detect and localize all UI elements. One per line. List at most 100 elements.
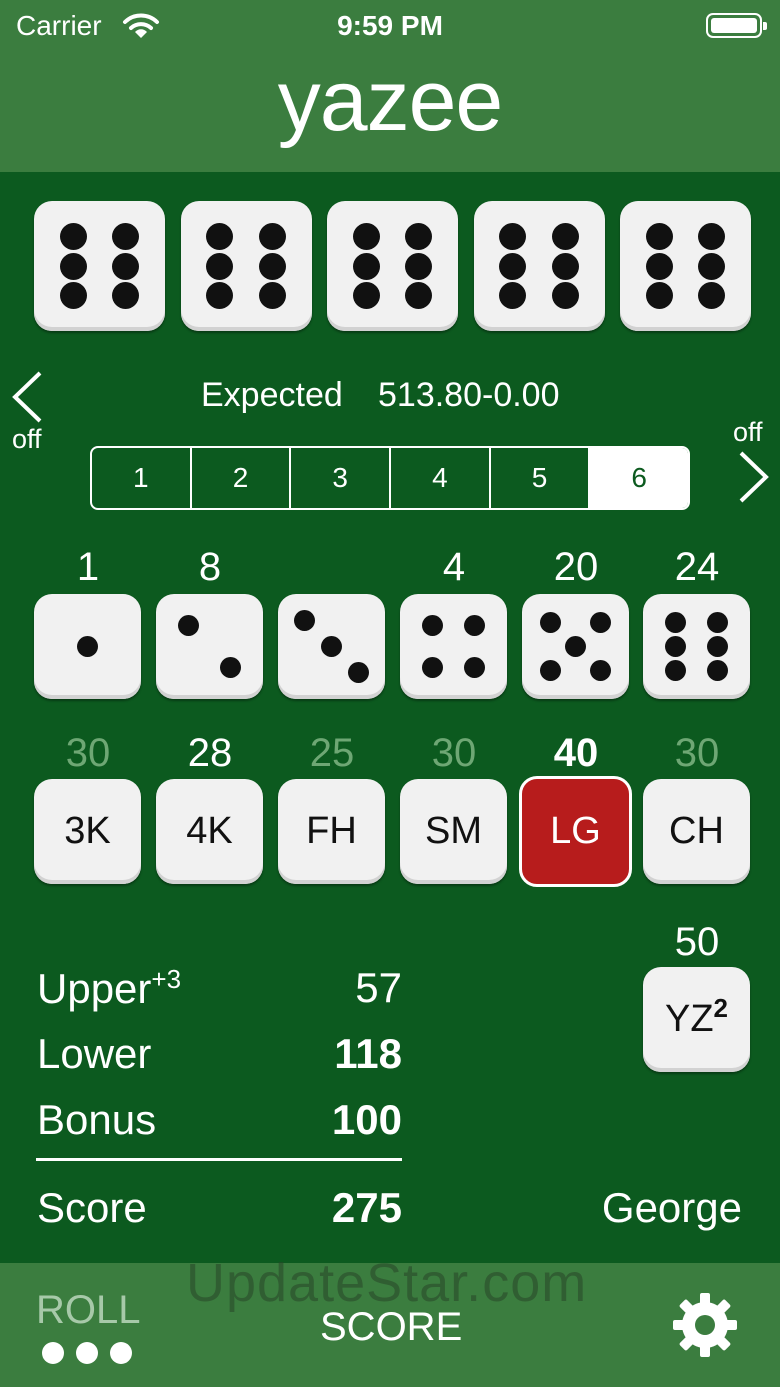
settings-button[interactable]	[672, 1292, 738, 1363]
pip	[112, 252, 140, 280]
yahtzee-button[interactable]: YZ 2	[643, 967, 750, 1072]
category-sm-button[interactable]: SM	[400, 779, 507, 884]
pip	[664, 636, 686, 657]
roll-dot	[42, 1342, 64, 1364]
category-fh-button[interactable]: FH	[278, 779, 385, 884]
pip	[464, 657, 486, 678]
pip	[421, 615, 443, 636]
category-3k-button[interactable]: 3K	[34, 779, 141, 884]
lower-score-fh: 25	[309, 731, 355, 775]
segment-4[interactable]: 4	[391, 448, 491, 508]
pip	[464, 615, 486, 636]
pip	[59, 252, 87, 280]
pip	[405, 252, 433, 280]
upper-score-1: 1	[76, 545, 100, 589]
pip	[206, 282, 234, 310]
player-name: George	[601, 1184, 742, 1231]
score-button[interactable]: SCORE	[320, 1305, 462, 1350]
rolled-die-4[interactable]	[473, 201, 605, 331]
pip	[112, 222, 140, 250]
yahtzee-label: YZ	[664, 998, 714, 1040]
chevron-right-icon	[739, 451, 769, 503]
upper-category-3[interactable]	[278, 594, 385, 699]
upper-total-value: 57	[355, 964, 402, 1011]
pip	[551, 252, 579, 280]
segment-5[interactable]: 5	[491, 448, 591, 508]
segment-6[interactable]: 6	[590, 448, 688, 508]
lower-score-sm: 30	[431, 731, 477, 775]
pip	[698, 252, 726, 280]
pip	[645, 222, 673, 250]
pip	[59, 222, 87, 250]
expected-value: 513.80-0.00	[378, 376, 560, 414]
yahtzee-superscript: 2	[713, 993, 729, 1023]
turn-segmented-control[interactable]: 123456	[90, 446, 690, 510]
gear-icon	[673, 1293, 737, 1357]
pip	[59, 282, 87, 310]
roll-dot	[110, 1342, 132, 1364]
pip	[664, 611, 686, 633]
pip	[177, 615, 199, 636]
rolled-die-3[interactable]	[327, 201, 458, 331]
chevron-left-icon	[12, 371, 42, 423]
rolled-die-2[interactable]	[180, 201, 312, 331]
pip	[551, 282, 579, 310]
lower-total-value: 118	[334, 1030, 402, 1077]
pip	[421, 657, 443, 678]
score-value: 275	[331, 1184, 402, 1231]
pip	[540, 611, 562, 633]
roll-button[interactable]: ROLL	[36, 1288, 141, 1333]
lower-score-ch: 30	[674, 731, 720, 775]
pip	[347, 662, 369, 684]
pip	[258, 222, 286, 250]
previous-button[interactable]	[10, 370, 44, 424]
upper-category-2[interactable]	[156, 594, 263, 699]
pip	[707, 660, 729, 682]
clock: 9:59 PM	[337, 10, 443, 41]
pip	[220, 657, 242, 678]
pip	[664, 660, 686, 682]
pip	[405, 222, 433, 250]
pip	[551, 222, 579, 250]
pip	[258, 252, 286, 280]
pip	[698, 282, 726, 310]
upper-category-4[interactable]	[400, 594, 507, 699]
battery-icon	[706, 13, 767, 38]
category-lg-button[interactable]: LG	[519, 776, 632, 887]
upper-bonus-note: +3	[151, 964, 182, 994]
upper-score-5: 20	[553, 545, 599, 589]
segment-3[interactable]: 3	[291, 448, 392, 508]
upper-category-6[interactable]	[643, 594, 750, 699]
category-4k-button[interactable]: 4K	[156, 779, 263, 884]
pip	[352, 252, 380, 280]
pip	[405, 282, 433, 310]
pip	[645, 252, 673, 280]
rolled-die-1[interactable]	[34, 201, 165, 331]
segment-2[interactable]: 2	[192, 448, 292, 508]
expected-label: Expected	[201, 376, 343, 414]
upper-category-5[interactable]	[522, 594, 629, 699]
score-label: Score	[37, 1184, 147, 1231]
next-button[interactable]	[737, 450, 771, 504]
pip	[321, 636, 342, 657]
pip	[352, 282, 380, 310]
pip	[258, 282, 286, 310]
pip	[589, 660, 611, 682]
upper-score-2: 8	[198, 545, 222, 589]
pip	[206, 252, 234, 280]
pip	[294, 609, 316, 631]
pip	[565, 636, 586, 657]
pip	[707, 611, 729, 633]
pip	[352, 222, 380, 250]
bonus-label: Bonus	[37, 1096, 157, 1143]
app-title: yazee	[277, 53, 504, 149]
upper-score-4: 4	[442, 545, 466, 589]
bonus-value: 100	[331, 1096, 402, 1143]
category-ch-button[interactable]: CH	[643, 779, 750, 884]
rolled-die-5[interactable]	[620, 201, 751, 331]
pip	[707, 636, 729, 657]
pip	[589, 611, 611, 633]
pip	[698, 222, 726, 250]
segment-1[interactable]: 1	[92, 448, 192, 508]
upper-category-1[interactable]	[34, 594, 141, 699]
